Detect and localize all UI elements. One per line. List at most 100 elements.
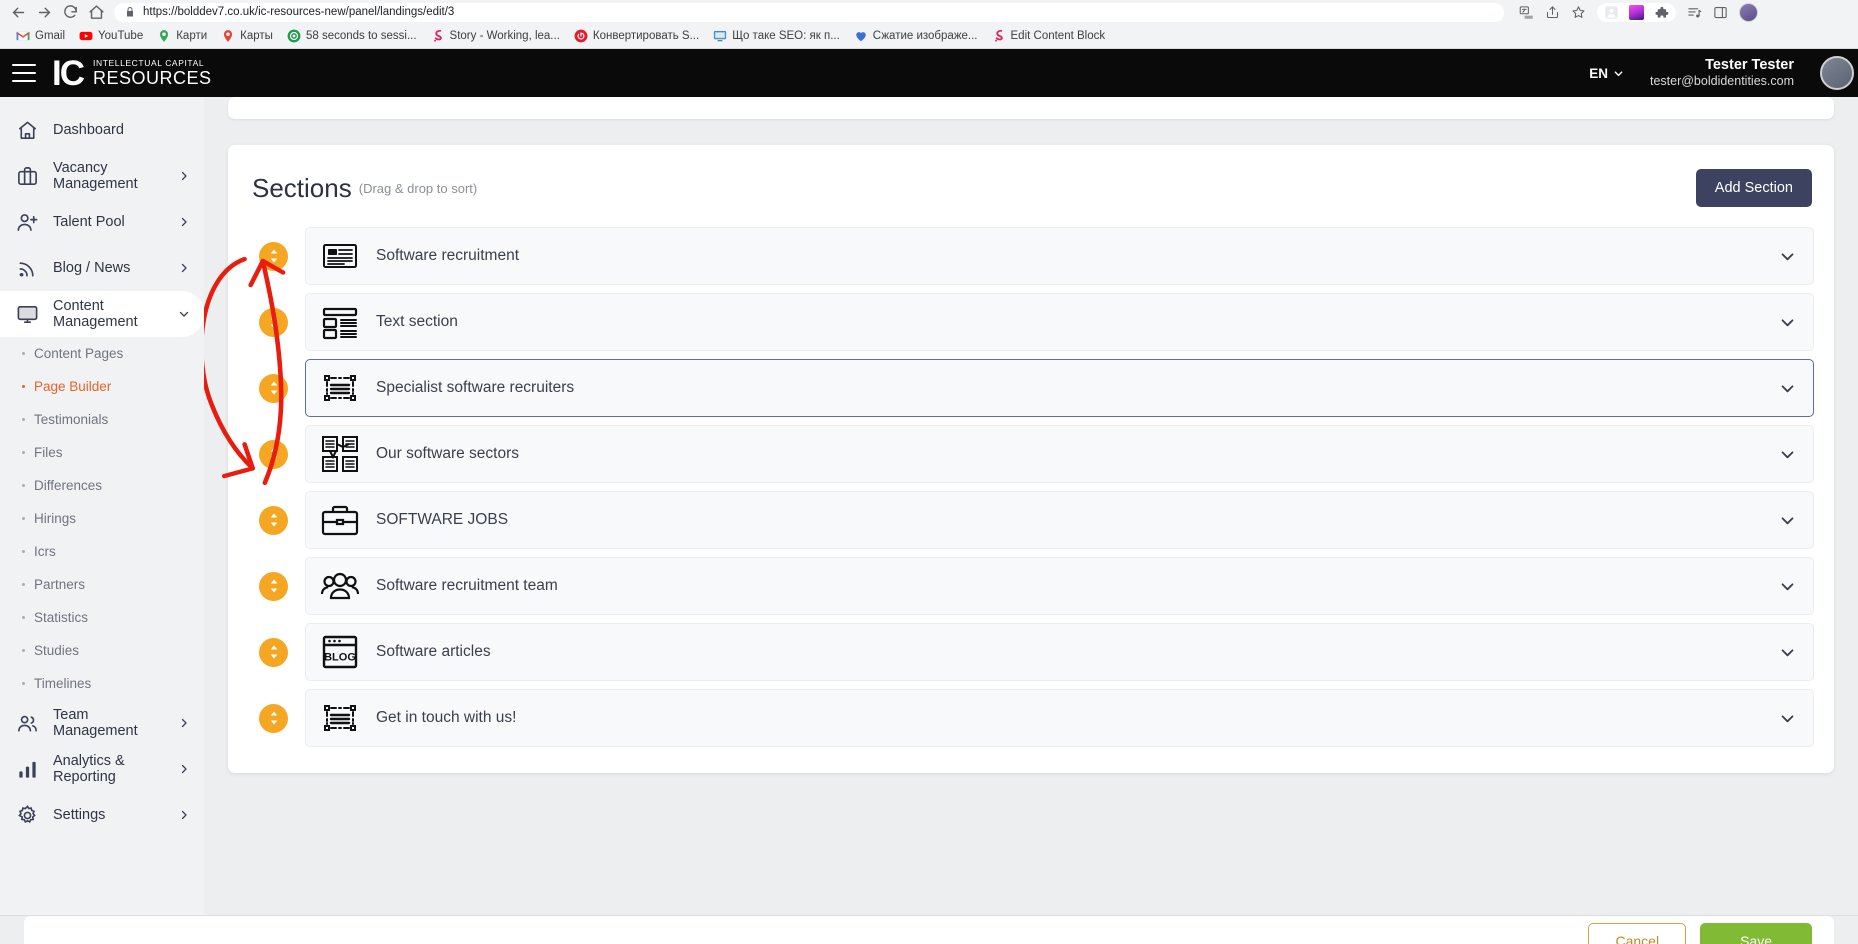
sidebar-item-dashboard[interactable]: Dashboard: [0, 107, 204, 153]
four-panel-grid-icon: [322, 436, 358, 472]
story-icon: [433, 29, 442, 42]
sidebar-subitem-hirings[interactable]: Hirings: [0, 502, 204, 535]
selection-lines-icon: [324, 375, 356, 401]
hamburger-menu-icon[interactable]: [12, 64, 36, 82]
translate-icon[interactable]: [1519, 5, 1534, 20]
forward-button[interactable]: [36, 4, 53, 21]
section-box[interactable]: Software recruitment: [305, 227, 1814, 285]
sidebar-subitem-files[interactable]: Files: [0, 436, 204, 469]
bookmark-label: Story - Working, lea...: [449, 30, 560, 42]
drag-handle[interactable]: [259, 637, 288, 667]
puzzle-extensions-icon[interactable]: [1654, 5, 1669, 20]
people-group-icon: [320, 572, 360, 600]
up-down-arrows-icon: [270, 645, 277, 659]
section-box-selected[interactable]: Specialist software recruiters: [305, 359, 1814, 417]
up-down-arrows-icon: [270, 381, 277, 395]
profile-extension-icon[interactable]: [1604, 5, 1619, 20]
previous-card-partial: [228, 97, 1834, 119]
sidebar-item-vacancy-management[interactable]: Vacancy Management: [0, 153, 204, 199]
bookmark-item[interactable]: Сжатие изображе...: [847, 27, 985, 45]
bookmark-label: Gmail: [35, 30, 66, 42]
sidebar-subitem-testimonials[interactable]: Testimonials: [0, 403, 204, 436]
sidebar-subitem-icrs[interactable]: Icrs: [0, 535, 204, 568]
bullet-dot-icon: [22, 649, 25, 652]
home-button[interactable]: [88, 4, 105, 21]
bookmark-item[interactable]: YouTube: [72, 27, 150, 45]
bookmark-item[interactable]: Карти: [150, 27, 214, 45]
section-box[interactable]: BLOG Software articles: [305, 623, 1814, 681]
chevron-down-icon[interactable]: [1779, 578, 1796, 595]
youtube-icon: [79, 31, 93, 41]
gradient-extension-icon[interactable]: [1629, 4, 1644, 20]
sidebar-item-settings[interactable]: Settings: [0, 792, 204, 838]
application: IC INTELLECTUAL CAPITAL RESOURCES EN Tes…: [0, 49, 1858, 944]
sidebar-item-blog-news[interactable]: Blog / News: [0, 245, 204, 291]
section-box[interactable]: Text section: [305, 293, 1814, 351]
up-down-arrows-icon: [270, 711, 277, 725]
gear-icon: [18, 804, 36, 823]
save-button[interactable]: Save: [1700, 923, 1812, 944]
back-button[interactable]: [10, 4, 27, 21]
bookmark-item[interactable]: 58 seconds to sessi...: [280, 27, 424, 45]
bookmark-item[interactable]: Story - Working, lea...: [424, 27, 567, 45]
url-text: https://bolddev7.co.uk/ic-resources-new/…: [143, 6, 455, 18]
section-box[interactable]: Get in touch with us!: [305, 689, 1814, 747]
user-info[interactable]: Tester Tester tester@boldidentities.com: [1650, 56, 1794, 90]
sidebar-item-talent-pool[interactable]: Talent Pool: [0, 199, 204, 245]
address-bar[interactable]: https://bolddev7.co.uk/ic-resources-new/…: [114, 2, 1504, 22]
section-label: Specialist software recruiters: [376, 379, 575, 396]
browser-toolbar-actions: [1519, 2, 1758, 22]
drag-handle[interactable]: [259, 307, 288, 337]
drag-handle[interactable]: [259, 241, 288, 271]
bookmark-item[interactable]: Edit Content Block: [985, 27, 1113, 45]
sidebar-item-team-management[interactable]: Team Management: [0, 700, 204, 746]
chevron-down-icon[interactable]: [1779, 644, 1796, 661]
chevron-down-icon[interactable]: [1779, 380, 1796, 397]
drag-handle[interactable]: [259, 373, 288, 403]
bookmark-item[interactable]: Карты: [214, 27, 280, 45]
sidebar-subitem-page-builder[interactable]: Page Builder: [0, 370, 204, 403]
language-switcher[interactable]: EN: [1589, 66, 1624, 81]
section-box[interactable]: Software recruitment team: [305, 557, 1814, 615]
drag-handle[interactable]: [259, 439, 288, 469]
briefcase-icon: [18, 166, 37, 185]
sidebar-subitem-differences[interactable]: Differences: [0, 469, 204, 502]
account-avatar-icon[interactable]: [1739, 2, 1758, 22]
sidebar-item-content-management[interactable]: Content Management: [0, 291, 204, 337]
side-panel-icon[interactable]: [1713, 5, 1728, 20]
sidebar-subitem-statistics[interactable]: Statistics: [0, 601, 204, 634]
maps-pin-icon: [160, 30, 169, 42]
bookmark-label: Конвертировать S...: [592, 30, 700, 42]
chevron-down-icon[interactable]: [1779, 512, 1796, 529]
drag-handle[interactable]: [259, 571, 288, 601]
bookmark-item[interactable]: Gmail: [9, 27, 72, 45]
chevron-right-icon: [181, 764, 187, 774]
reload-button[interactable]: [62, 4, 79, 21]
section-box[interactable]: Our software sectors: [305, 425, 1814, 483]
bookmark-label: Edit Content Block: [1010, 30, 1106, 42]
sidebar-subitem-timelines[interactable]: Timelines: [0, 667, 204, 700]
bookmark-label: Карти: [176, 30, 208, 42]
add-section-button[interactable]: Add Section: [1695, 169, 1812, 207]
cancel-button[interactable]: Cancel: [1588, 923, 1687, 944]
bullet-dot-icon: [22, 616, 25, 619]
section-box[interactable]: SOFTWARE JOBS: [305, 491, 1814, 549]
bookmark-item[interactable]: Що таке SEO: як п...: [706, 27, 847, 45]
media-playlist-icon[interactable]: [1687, 5, 1702, 20]
bookmark-star-icon[interactable]: [1571, 5, 1586, 20]
bookmark-item[interactable]: Конвертировать S...: [567, 27, 706, 45]
sidebar-item-analytics-reporting[interactable]: Analytics & Reporting: [0, 746, 204, 792]
share-icon[interactable]: [1545, 5, 1560, 20]
chevron-down-icon[interactable]: [1779, 710, 1796, 727]
section-label: Get in touch with us!: [376, 709, 517, 726]
brand-logo[interactable]: IC INTELLECTUAL CAPITAL RESOURCES: [52, 56, 212, 91]
chevron-down-icon[interactable]: [1779, 446, 1796, 463]
sidebar-subitem-content-pages[interactable]: Content Pages: [0, 337, 204, 370]
drag-handle[interactable]: [259, 505, 288, 535]
sidebar-subitem-partners[interactable]: Partners: [0, 568, 204, 601]
chevron-down-icon[interactable]: [1779, 248, 1796, 265]
drag-handle[interactable]: [259, 703, 288, 733]
chevron-down-icon[interactable]: [1779, 314, 1796, 331]
sidebar-subitem-studies[interactable]: Studies: [0, 634, 204, 667]
avatar[interactable]: [1820, 56, 1854, 90]
